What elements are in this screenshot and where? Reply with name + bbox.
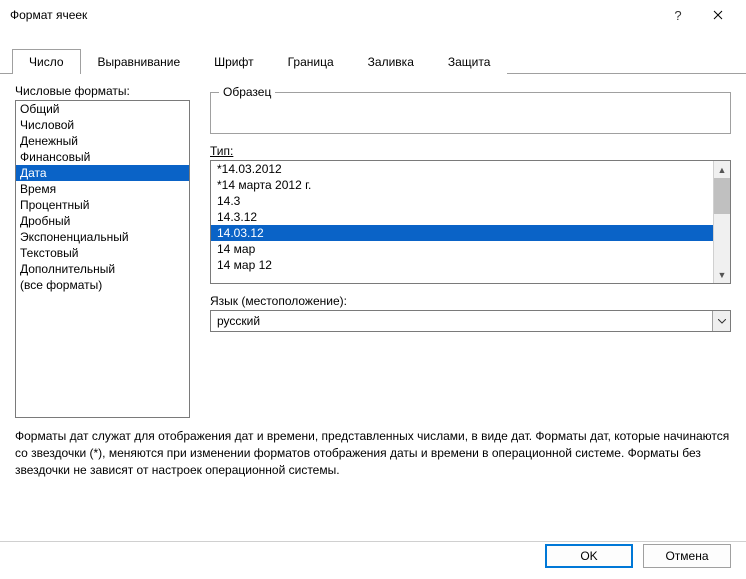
scroll-up-icon[interactable]: ▲ (714, 161, 730, 178)
list-item[interactable]: Процентный (16, 197, 189, 213)
type-list[interactable]: *14.03.2012 *14 марта 2012 г. 14.3 14.3.… (211, 161, 713, 283)
dialog-title: Формат ячеек (10, 8, 658, 22)
list-item[interactable]: Общий (16, 101, 189, 117)
list-item[interactable]: Денежный (16, 133, 189, 149)
sample-legend: Образец (219, 85, 275, 99)
scroll-thumb[interactable] (714, 178, 730, 214)
sample-group: Образец (210, 92, 731, 134)
tab-font[interactable]: Шрифт (197, 49, 270, 74)
tab-label: Заливка (368, 55, 414, 69)
locale-select[interactable]: русский (210, 310, 731, 332)
list-item[interactable]: Текстовый (16, 245, 189, 261)
cancel-button[interactable]: Отмена (643, 544, 731, 568)
list-item[interactable]: Время (16, 181, 189, 197)
list-item[interactable]: 14.3.12 (211, 209, 713, 225)
list-item[interactable]: 14.03.12 (211, 225, 713, 241)
help-button[interactable]: ? (658, 0, 698, 30)
type-label: Тип: (210, 144, 731, 158)
tab-number[interactable]: Число (12, 49, 81, 74)
tab-label: Число (29, 55, 64, 69)
scroll-down-icon[interactable]: ▼ (714, 266, 730, 283)
button-label: Отмена (665, 549, 708, 563)
tab-label: Защита (448, 55, 491, 69)
tab-fill[interactable]: Заливка (351, 49, 431, 74)
description-text: Форматы дат служат для отображения дат и… (0, 418, 746, 478)
tab-protection[interactable]: Защита (431, 49, 508, 74)
ok-button[interactable]: OK (545, 544, 633, 568)
tab-alignment[interactable]: Выравнивание (81, 49, 198, 74)
close-button[interactable] (698, 0, 738, 30)
list-item[interactable]: Финансовый (16, 149, 189, 165)
list-item[interactable]: 14 мар 12 (211, 257, 713, 273)
tab-label: Выравнивание (98, 55, 181, 69)
list-item[interactable]: Дополнительный (16, 261, 189, 277)
list-item[interactable]: (все форматы) (16, 277, 189, 293)
locale-value: русский (217, 314, 260, 328)
list-item[interactable]: Дата (16, 165, 189, 181)
title-bar: Формат ячеек ? (0, 0, 746, 30)
list-item[interactable]: 14.3 (211, 193, 713, 209)
list-item[interactable]: 14 мар (211, 241, 713, 257)
list-item[interactable]: *14 марта 2012 г. (211, 177, 713, 193)
chevron-down-icon (712, 311, 730, 331)
tab-border[interactable]: Граница (271, 49, 351, 74)
tab-strip: Число Выравнивание Шрифт Граница Заливка… (0, 48, 746, 74)
dialog-footer: OK Отмена (0, 541, 746, 579)
button-label: OK (580, 549, 597, 563)
list-item[interactable]: Экспоненциальный (16, 229, 189, 245)
category-label: Числовые форматы: (15, 84, 190, 98)
list-item[interactable]: Дробный (16, 213, 189, 229)
list-item[interactable]: *14.03.2012 (211, 161, 713, 177)
type-scrollbar[interactable]: ▲ ▼ (713, 161, 730, 283)
list-item[interactable]: Числовой (16, 117, 189, 133)
locale-label: Язык (местоположение): (210, 294, 731, 308)
close-icon (713, 10, 723, 20)
type-list-container: *14.03.2012 *14 марта 2012 г. 14.3 14.3.… (210, 160, 731, 284)
category-list[interactable]: Общий Числовой Денежный Финансовый Дата … (15, 100, 190, 418)
tab-label: Граница (288, 55, 334, 69)
tab-label: Шрифт (214, 55, 253, 69)
